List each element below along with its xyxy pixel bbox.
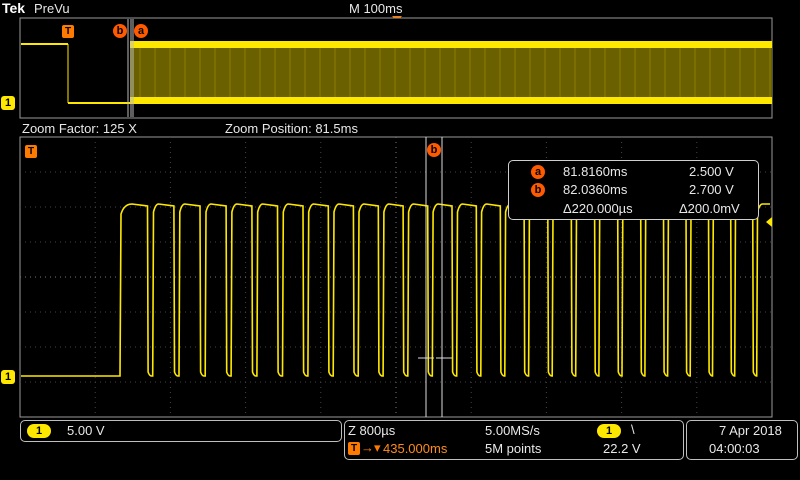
cursor-delta-time: Δ220.000µs (563, 201, 633, 216)
cursor-b-volt: 2.700 V (689, 182, 734, 197)
cursor-b-time: 82.0360ms (563, 182, 628, 197)
zoom-trigger-marker[interactable]: T (25, 145, 37, 158)
zoom-waveform[interactable] (0, 0, 800, 480)
readout-b-icon: b (531, 183, 545, 197)
trigger-delay-icon: T (348, 442, 360, 455)
sample-rate: 5.00MS/s (485, 423, 540, 438)
channel1-scale: 5.00 V (67, 423, 105, 438)
date-time-panel: 7 Apr 2018 04:00:03 (686, 420, 798, 460)
trigger-channel-badge: 1 (597, 424, 621, 438)
cursor-a-time: 81.8160ms (563, 164, 628, 179)
cursor-a-volt: 2.500 V (689, 164, 734, 179)
horizontal-trigger-panel[interactable]: Z 800µs 5.00MS/s T →▾ 435.000ms 5M point… (344, 420, 684, 460)
channel1-badge: 1 (27, 424, 51, 438)
trigger-slope-icon: \ (631, 422, 635, 437)
trigger-delay: 435.000ms (383, 441, 448, 456)
zoom-time-scale: Z 800µs (348, 423, 396, 438)
cursor-delta-volt: Δ200.0mV (679, 201, 740, 216)
time: 04:00:03 (709, 441, 760, 456)
readout-a-icon: a (531, 165, 545, 179)
delay-arrow-icon: →▾ (361, 440, 381, 455)
record-length: 5M points (485, 441, 542, 456)
zoom-channel1-marker[interactable]: 1 (1, 370, 15, 384)
date: 7 Apr 2018 (719, 423, 782, 438)
cursor-readout-panel[interactable]: a 81.8160ms 2.500 V b 82.0360ms 2.700 V … (508, 160, 759, 220)
zoom-cursor-b-marker[interactable]: b (427, 143, 441, 157)
channel1-scale-panel[interactable]: 1 5.00 V (20, 420, 342, 442)
trigger-level: 22.2 V (603, 441, 641, 456)
